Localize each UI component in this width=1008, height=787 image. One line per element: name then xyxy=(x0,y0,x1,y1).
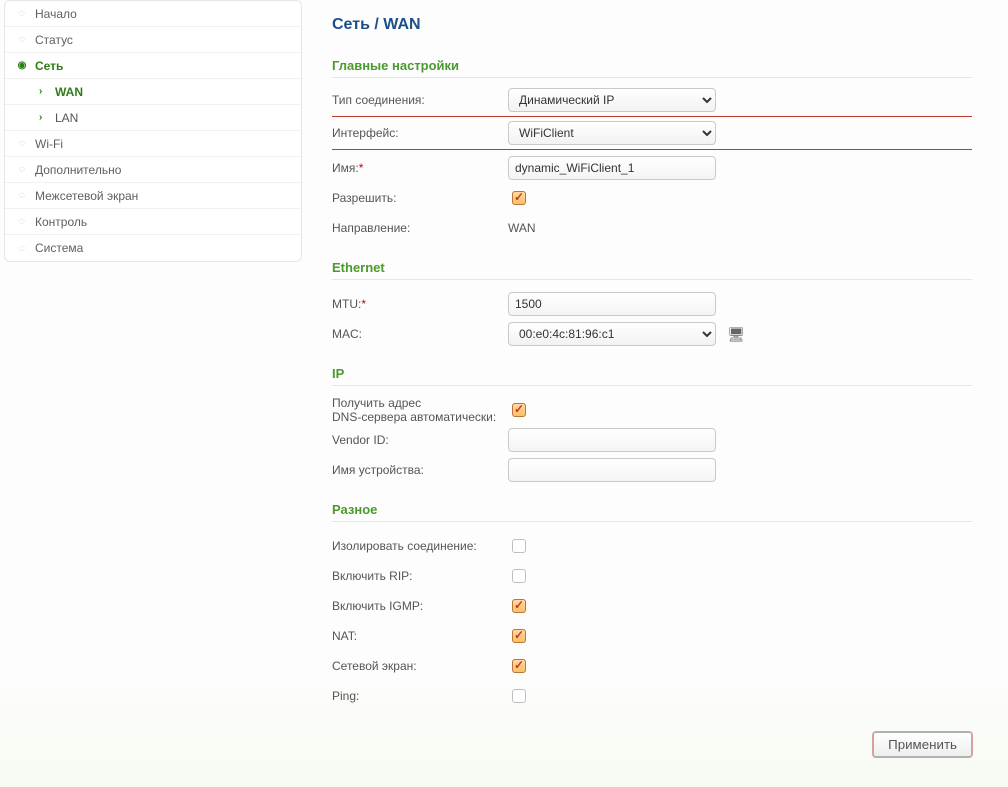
section-title-misc: Разное xyxy=(332,502,972,522)
row-rip: Включить RIP: xyxy=(332,562,972,590)
label-name: Имя:* xyxy=(332,161,508,175)
breadcrumb: Сеть / WAN xyxy=(332,16,972,34)
main-content: Сеть / WAN Главные настройки Тип соедине… xyxy=(302,0,1002,787)
input-name[interactable] xyxy=(508,156,716,180)
row-mtu: MTU:* xyxy=(332,290,972,318)
sidebar-item-home[interactable]: ◌ Начало xyxy=(5,1,301,27)
sidebar-item-control[interactable]: ◌ Контроль xyxy=(5,209,301,235)
value-direction: WAN xyxy=(508,221,972,235)
clone-mac-icon[interactable]: 🖥 xyxy=(727,326,745,343)
label-isolate: Изолировать соединение: xyxy=(332,539,508,553)
checkbox-igmp[interactable] xyxy=(512,599,526,613)
chevron-right-icon: › xyxy=(39,112,49,123)
section-title-ethernet: Ethernet xyxy=(332,260,972,280)
chevron-right-icon: › xyxy=(39,86,49,97)
input-vendor-id[interactable] xyxy=(508,428,716,452)
label-host-name: Имя устройства: xyxy=(332,463,508,477)
row-name: Имя:* xyxy=(332,154,972,182)
sidebar-item-label: Wi-Fi xyxy=(35,137,63,151)
row-interface: Интерфейс: WiFiClient xyxy=(332,121,972,150)
input-mtu[interactable] xyxy=(508,292,716,316)
label-igmp: Включить IGMP: xyxy=(332,599,508,613)
sidebar-item-network[interactable]: ◉ Сеть xyxy=(5,53,301,79)
row-direction: Направление: WAN xyxy=(332,214,972,242)
sidebar-subitem-wan[interactable]: › WAN xyxy=(5,79,301,105)
sidebar-item-system[interactable]: ◌ Система xyxy=(5,235,301,261)
row-vendor-id: Vendor ID: xyxy=(332,426,972,454)
label-vendor-id: Vendor ID: xyxy=(332,433,508,447)
apply-button[interactable]: Применить xyxy=(873,732,972,757)
label-nat: NAT: xyxy=(332,629,508,643)
sidebar-item-label: LAN xyxy=(55,111,78,125)
section-title-ip: IP xyxy=(332,366,972,386)
row-allow: Разрешить: xyxy=(332,184,972,212)
bullet-icon: ◌ xyxy=(17,35,27,45)
checkbox-dns-auto[interactable] xyxy=(512,403,526,417)
bullet-icon: ◌ xyxy=(17,217,27,227)
select-interface[interactable]: WiFiClient xyxy=(508,121,716,145)
checkbox-nat[interactable] xyxy=(512,629,526,643)
select-mac[interactable]: 00:e0:4c:81:96:c1 xyxy=(508,322,716,346)
label-rip: Включить RIP: xyxy=(332,569,508,583)
sidebar-item-label: Сеть xyxy=(35,59,63,73)
sidebar-item-label: Статус xyxy=(35,33,73,47)
sidebar-item-label: Система xyxy=(35,241,83,255)
sidebar-subitem-lan[interactable]: › LAN xyxy=(5,105,301,131)
row-connection-type: Тип соединения: Динамический IP xyxy=(332,88,972,117)
label-mtu: MTU:* xyxy=(332,297,508,311)
row-dns-auto: Получить адрес DNS-сервера автоматически… xyxy=(332,396,972,424)
sidebar-item-advanced[interactable]: ◌ Дополнительно xyxy=(5,157,301,183)
checkbox-isolate[interactable] xyxy=(512,539,526,553)
checkbox-ping[interactable] xyxy=(512,689,526,703)
bullet-icon: ◌ xyxy=(17,243,27,253)
sidebar-item-label: Межсетевой экран xyxy=(35,189,138,203)
bullet-icon: ◌ xyxy=(17,9,27,19)
select-connection-type[interactable]: Динамический IP xyxy=(508,88,716,112)
sidebar-item-wifi[interactable]: ◌ Wi-Fi xyxy=(5,131,301,157)
label-direction: Направление: xyxy=(332,221,508,235)
input-host-name[interactable] xyxy=(508,458,716,482)
label-mac: MAC: xyxy=(332,327,508,341)
row-isolate: Изолировать соединение: xyxy=(332,532,972,560)
sidebar-item-firewall[interactable]: ◌ Межсетевой экран xyxy=(5,183,301,209)
row-igmp: Включить IGMP: xyxy=(332,592,972,620)
checkbox-allow[interactable] xyxy=(512,191,526,205)
row-host-name: Имя устройства: xyxy=(332,456,972,484)
label-dns-auto: Получить адрес DNS-сервера автоматически… xyxy=(332,396,508,424)
bullet-icon: ◉ xyxy=(17,61,27,71)
sidebar-item-status[interactable]: ◌ Статус xyxy=(5,27,301,53)
checkbox-firewall[interactable] xyxy=(512,659,526,673)
breadcrumb-part: Сеть xyxy=(332,16,370,33)
label-connection-type: Тип соединения: xyxy=(332,93,508,107)
row-mac: MAC: 00:e0:4c:81:96:c1 🖥 xyxy=(332,320,972,348)
sidebar-item-label: Дополнительно xyxy=(35,163,121,177)
row-ping: Ping: xyxy=(332,682,972,710)
sidebar-item-label: Контроль xyxy=(35,215,87,229)
row-firewall: Сетевой экран: xyxy=(332,652,972,680)
sidebar-item-label: Начало xyxy=(35,7,77,21)
sidebar: ◌ Начало ◌ Статус ◉ Сеть › WAN › LAN ◌ W… xyxy=(4,0,302,262)
breadcrumb-part: WAN xyxy=(383,16,420,33)
label-interface: Интерфейс: xyxy=(332,126,508,140)
label-allow: Разрешить: xyxy=(332,191,508,205)
sidebar-item-label: WAN xyxy=(55,85,83,99)
bullet-icon: ◌ xyxy=(17,191,27,201)
row-nat: NAT: xyxy=(332,622,972,650)
bullet-icon: ◌ xyxy=(17,139,27,149)
label-firewall: Сетевой экран: xyxy=(332,659,508,673)
checkbox-rip[interactable] xyxy=(512,569,526,583)
label-ping: Ping: xyxy=(332,689,508,703)
section-title-main: Главные настройки xyxy=(332,58,972,78)
bullet-icon: ◌ xyxy=(17,165,27,175)
